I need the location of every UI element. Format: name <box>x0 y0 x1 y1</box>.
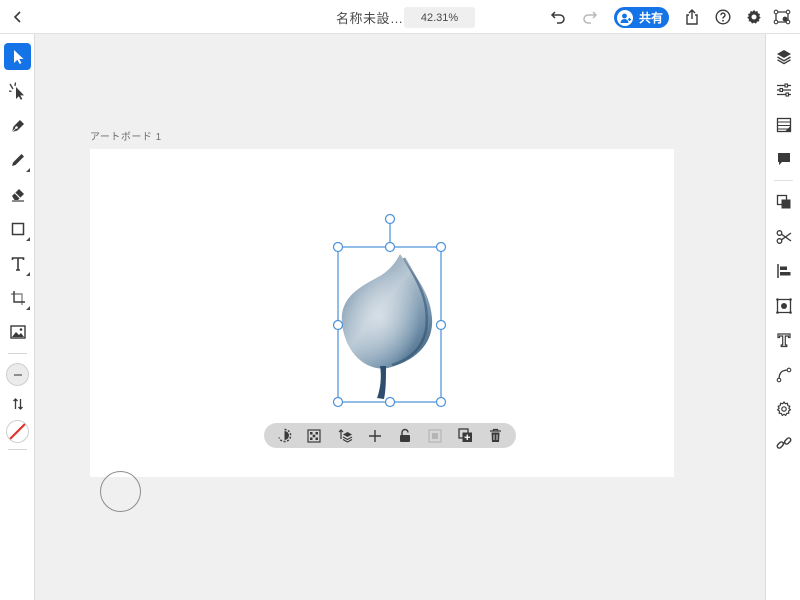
move-arrows-icon <box>369 429 381 442</box>
resize-handle-bottom-left[interactable] <box>332 396 344 408</box>
rotate-button[interactable] <box>274 426 294 445</box>
rotate-icon <box>277 428 291 443</box>
resize-handle-right[interactable] <box>435 319 447 331</box>
resize-handle-left[interactable] <box>332 319 344 331</box>
resize-handle-bottom[interactable] <box>384 396 396 408</box>
trash-icon <box>489 428 501 442</box>
duplicate-icon <box>457 428 472 442</box>
context-action-bar <box>264 423 516 448</box>
unlock-icon <box>400 428 410 442</box>
checker-grid-icon <box>307 428 321 443</box>
delete-button[interactable] <box>485 426 505 445</box>
arrange-button[interactable] <box>335 426 355 445</box>
touch-shortcut-button[interactable] <box>100 471 141 512</box>
duplicate-button[interactable] <box>455 426 475 445</box>
disabled-action-button[interactable] <box>425 426 445 445</box>
resize-handle-bottom-right[interactable] <box>435 396 447 408</box>
arrange-layers-icon <box>338 429 352 443</box>
resize-handle-top-right[interactable] <box>435 241 447 253</box>
mask-image-icon <box>428 428 442 443</box>
resize-handle-top[interactable] <box>384 241 396 253</box>
unlock-button[interactable] <box>395 426 415 445</box>
rotate-handle[interactable] <box>384 213 396 225</box>
transparency-grid-button[interactable] <box>304 426 324 445</box>
watercolor-leaf-image[interactable] <box>341 254 433 399</box>
resize-handle-top-left[interactable] <box>332 241 344 253</box>
move-button[interactable] <box>365 426 385 445</box>
